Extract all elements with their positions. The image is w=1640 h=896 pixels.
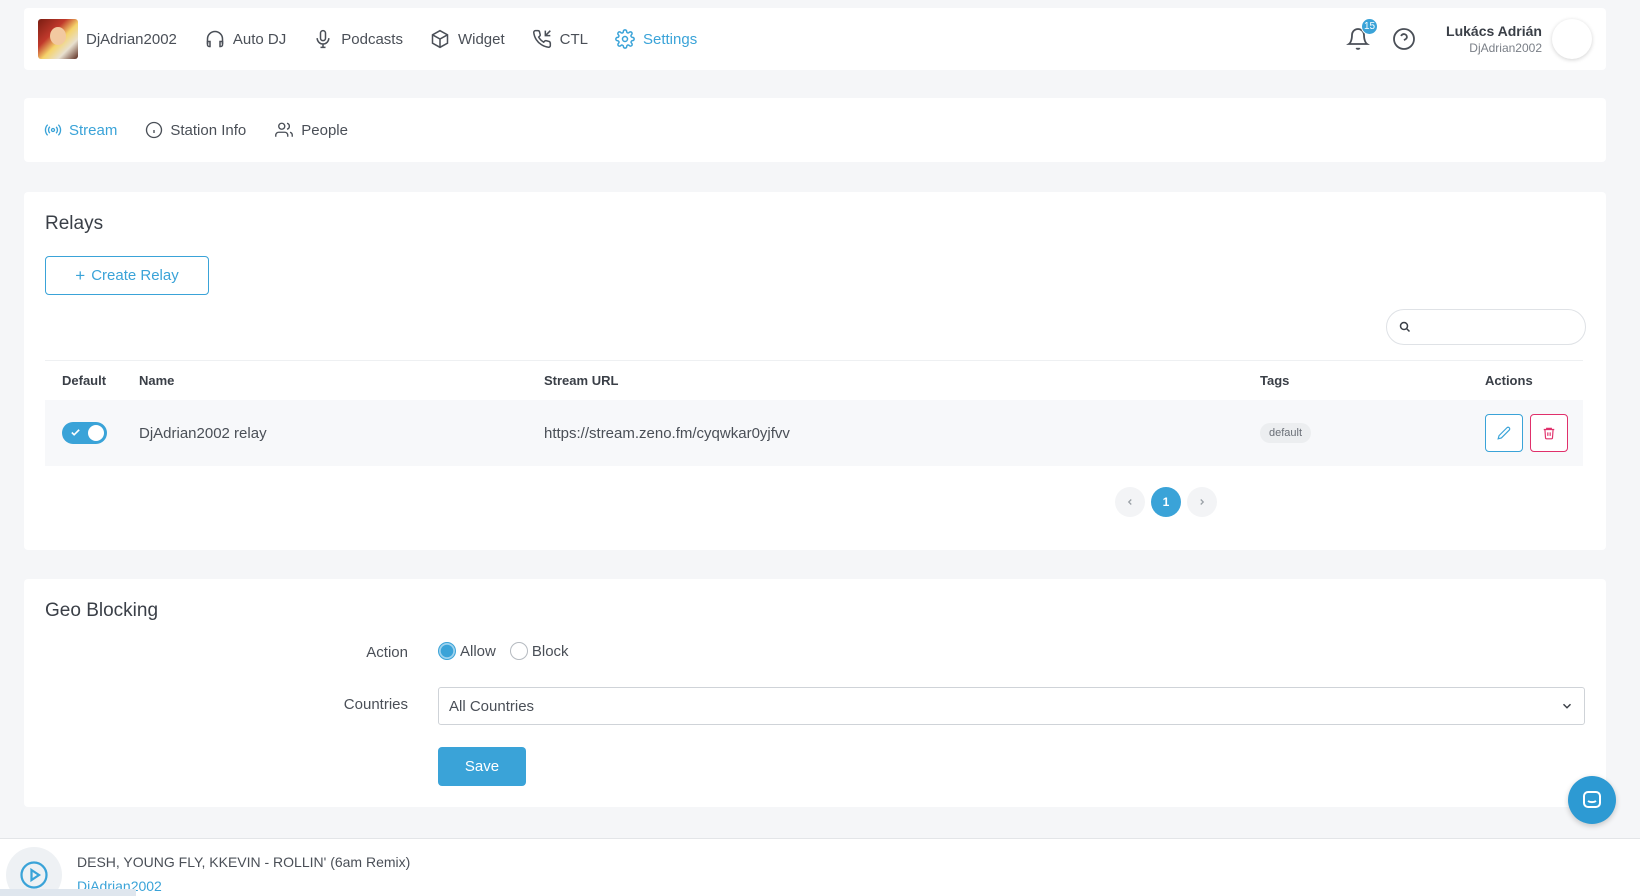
user-name: Lukács Adrián: [1446, 23, 1542, 39]
relays-table: Default Name Stream URL Tags Actions DjA…: [45, 360, 1583, 466]
chevron-left-icon: [1127, 499, 1132, 505]
relay-stream-url: https://stream.zeno.fm/cyqwkar0yjfvv: [544, 424, 790, 442]
user-info[interactable]: Lukács Adrián DjAdrian2002: [1446, 23, 1542, 55]
gear-icon: [615, 29, 635, 49]
nav-item-label: Auto DJ: [232, 30, 287, 48]
relay-search: [1386, 309, 1586, 345]
settings-tabs: Stream Station Info People: [24, 98, 1606, 162]
user-avatar[interactable]: [1552, 19, 1592, 59]
create-relay-button[interactable]: + Create Relay: [45, 256, 209, 295]
chevron-down-icon: [1562, 703, 1572, 709]
station-avatar: [38, 19, 78, 59]
help-button[interactable]: [1392, 27, 1416, 51]
check-icon: [71, 429, 80, 436]
nav-item-label: Podcasts: [341, 30, 403, 48]
tab-stream[interactable]: Stream: [44, 121, 117, 139]
next-page-button[interactable]: [1187, 487, 1217, 517]
column-header-name: Name: [139, 373, 175, 388]
radio-dot: [509, 642, 528, 660]
cube-icon: [431, 29, 449, 49]
actions-cell: [1485, 414, 1583, 452]
phone-incoming-icon: [532, 29, 551, 48]
page-button-current[interactable]: 1: [1151, 487, 1181, 517]
info-icon: [146, 121, 163, 139]
edit-relay-button[interactable]: [1485, 414, 1523, 452]
chat-icon: [1583, 791, 1601, 808]
column-header-stream-url: Stream URL: [544, 373, 619, 388]
chevron-right-icon: [1200, 499, 1205, 505]
column-header-default: Default: [62, 373, 107, 388]
geo-blocking-title: Geo Blocking: [45, 600, 159, 621]
tab-label: Stream: [69, 121, 118, 139]
default-toggle[interactable]: [62, 422, 107, 444]
tab-label: People: [301, 121, 348, 139]
action-label: Action: [366, 644, 408, 661]
search-icon: [1399, 321, 1411, 333]
tab-people[interactable]: People: [274, 121, 348, 139]
prev-page-button[interactable]: [1115, 487, 1145, 517]
nav-item-label: Widget: [457, 30, 505, 48]
nav-item-podcasts[interactable]: Podcasts: [313, 29, 403, 49]
radio-label-allow: Allow: [460, 642, 496, 660]
column-header-tags: Tags: [1260, 373, 1290, 388]
plus-icon: +: [75, 265, 86, 285]
nav-item-settings[interactable]: Settings: [615, 29, 697, 49]
relays-card: Relays + Create Relay Default Name Strea…: [24, 192, 1606, 550]
question-circle-icon: [1393, 28, 1415, 50]
track-title: DESH, YOUNG FLY, KKEVIN - ROLLIN' (6am R…: [77, 854, 411, 870]
notifications-button[interactable]: 15: [1346, 18, 1379, 51]
radio-label-block: Block: [531, 642, 569, 660]
create-relay-label: Create Relay: [91, 267, 179, 284]
audio-player-bar: DESH, YOUNG FLY, KKEVIN - ROLLIN' (6am R…: [0, 838, 1640, 896]
radio-dot-selected: [438, 642, 456, 660]
nav-item-ctl[interactable]: CTL: [532, 29, 588, 49]
status-strip: [0, 889, 136, 896]
play-circle-icon: [20, 861, 48, 889]
pencil-icon: [1497, 426, 1511, 440]
microphone-icon: [316, 29, 330, 49]
nav-item-auto-dj[interactable]: Auto DJ: [205, 29, 286, 49]
table-row: DjAdrian2002 relay https://stream.zeno.f…: [45, 400, 1583, 466]
chat-support-button[interactable]: [1568, 776, 1616, 824]
toggle-knob: [88, 425, 104, 441]
relay-search-input[interactable]: [1417, 319, 1585, 335]
geo-blocking-card: Geo Blocking Action Allow Block Countrie…: [24, 579, 1606, 807]
tab-station-info[interactable]: Station Info: [145, 121, 246, 139]
table-header: Default Name Stream URL Tags Actions: [45, 360, 1583, 400]
nav-item-label: CTL: [559, 30, 588, 48]
trash-icon: [1543, 427, 1555, 440]
relay-name: DjAdrian2002 relay: [139, 424, 267, 442]
delete-relay-button[interactable]: [1530, 414, 1568, 452]
countries-selected-value: All Countries: [449, 697, 535, 715]
tag-badge: default: [1260, 423, 1312, 443]
station-name: DjAdrian2002: [86, 30, 177, 48]
countries-label: Countries: [343, 696, 408, 713]
tags-cell: default: [1260, 423, 1485, 443]
radio-block[interactable]: Block: [509, 642, 569, 660]
top-navbar: DjAdrian2002 Auto DJ Podcasts Widget CTL…: [24, 8, 1606, 70]
nav-item-label: Settings: [643, 30, 698, 48]
notification-count-badge: 15: [1361, 18, 1379, 35]
save-button[interactable]: Save: [438, 747, 526, 786]
pagination: 1: [1115, 487, 1223, 517]
people-icon: [275, 122, 294, 137]
radio-allow[interactable]: Allow: [438, 642, 496, 660]
nav-item-widget[interactable]: Widget: [430, 29, 505, 49]
relays-title: Relays: [45, 213, 104, 234]
countries-select[interactable]: All Countries: [438, 687, 1585, 725]
action-radio-group: Allow Block: [438, 642, 583, 660]
main-nav: Auto DJ Podcasts Widget CTL Settings: [205, 29, 724, 49]
user-handle: DjAdrian2002: [1469, 41, 1542, 55]
station-brand[interactable]: DjAdrian2002: [38, 19, 177, 59]
broadcast-icon: [44, 124, 62, 136]
top-right-area: 15 Lukács Adrián DjAdrian2002: [1346, 18, 1592, 59]
headphones-icon: [206, 30, 224, 48]
tab-label: Station Info: [170, 121, 247, 139]
default-cell: [45, 422, 139, 444]
column-header-actions: Actions: [1485, 373, 1533, 388]
